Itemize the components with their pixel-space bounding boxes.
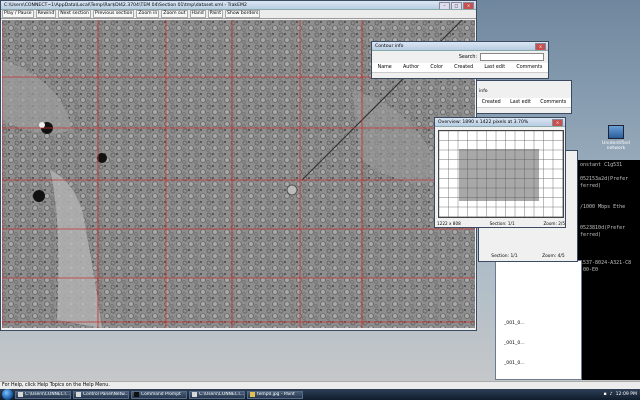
cmd-line: 052153a2d(Prefer xyxy=(580,176,629,182)
cmd-output: onstant C1g531 052153a2d(Prefer ferred) /… xyxy=(578,160,640,276)
cmd-line: ferred) xyxy=(580,232,602,238)
overview-window[interactable]: Overview: 1890 x 1422 pixels at 3.70% × … xyxy=(434,117,566,228)
search-label: Search: xyxy=(458,54,477,60)
taskbar-label: C:\Users\CONNECT... xyxy=(25,391,71,397)
cmd-line: onstant C1g531 xyxy=(580,162,623,168)
cmd-line: 1537-8024-A321-C8 xyxy=(580,260,632,266)
control-panel-icon xyxy=(76,392,81,397)
taskbar-button-cmd[interactable]: Command Prompt xyxy=(131,390,187,399)
taskbar-button-explorer-2[interactable]: C:\Users\CONNECT... xyxy=(189,390,245,399)
contour-info-window[interactable]: Contour info × Search: Name Author Color… xyxy=(371,41,549,79)
back-columns: Created Last edit Comments xyxy=(477,98,571,108)
overview-map[interactable] xyxy=(438,130,564,218)
previous-section-button[interactable]: Previous section xyxy=(92,10,135,18)
cmd-line: ferred) xyxy=(580,183,602,189)
contour-info-window-back[interactable]: info Created Last edit Comments xyxy=(476,80,572,114)
computer-icon xyxy=(608,125,624,139)
col-created[interactable]: Created xyxy=(454,65,473,70)
overview-title: Overview: 1890 x 1422 pixels at 3.70% xyxy=(438,119,529,125)
show-borders-button[interactable]: Show borders xyxy=(225,10,261,18)
file-item[interactable]: _001_0... xyxy=(504,321,525,326)
taskbar-label: Control Panel\Netw... xyxy=(83,391,129,397)
start-button[interactable] xyxy=(2,389,13,400)
overview-close-button[interactable]: × xyxy=(552,119,563,126)
back-col-comments[interactable]: Comments xyxy=(540,100,566,105)
file-item[interactable]: _001_0... xyxy=(504,361,525,366)
back-col-created[interactable]: Created xyxy=(482,100,501,105)
overview-grid xyxy=(438,130,563,217)
file-item[interactable]: _001_0... xyxy=(504,341,525,346)
rewind-button[interactable]: Rewind xyxy=(35,10,57,18)
back-zoom-label: Zoom: 4/5 xyxy=(542,254,565,259)
folder-icon xyxy=(192,392,197,397)
zoom-in-button[interactable]: Zoom in xyxy=(136,10,160,18)
cmd-line xyxy=(580,253,638,260)
col-name[interactable]: Name xyxy=(378,65,392,70)
overview-titlebar[interactable]: Overview: 1890 x 1422 pixels at 3.70% × xyxy=(435,118,565,127)
search-input[interactable] xyxy=(480,53,544,61)
command-prompt-window[interactable]: onstant C1g531 052153a2d(Prefer ferred) /… xyxy=(578,160,640,380)
cmd-line xyxy=(580,218,638,225)
close-button[interactable]: × xyxy=(463,2,474,9)
file-list-window[interactable]: _001_0... _001_0... _001_0... xyxy=(495,260,582,380)
info-label: info xyxy=(479,89,488,94)
taskbar-label: C:\Users\CONNECT... xyxy=(199,391,245,397)
overview-zoom: Zoom: 2/5 xyxy=(543,221,565,226)
hand-tool-button[interactable]: Hand xyxy=(189,10,206,18)
cmd-icon xyxy=(134,392,139,397)
volume-tray-icon[interactable]: ♪ xyxy=(610,392,613,397)
window-title: C:\Users\CONNECT~1\AppData\Local\Temp\Ra… xyxy=(4,2,247,8)
cmd-line xyxy=(580,239,638,246)
taskbar: C:\Users\CONNECT... Control Panel\Netw..… xyxy=(0,389,640,400)
title-bar[interactable]: C:\Users\CONNECT~1\AppData\Local\Temp\Ra… xyxy=(1,1,476,10)
cmd-line xyxy=(580,190,638,197)
overview-view-region[interactable] xyxy=(459,149,539,201)
zoom-out-button[interactable]: Zoom out xyxy=(161,10,188,18)
taskbar-button-control-panel[interactable]: Control Panel\Netw... xyxy=(73,390,129,399)
minimize-button[interactable]: – xyxy=(439,2,450,9)
back-section-label: Section: 1/1 xyxy=(491,254,518,259)
cmd-line: -00-E0 xyxy=(580,267,599,273)
network-tray-icon[interactable]: ▪ xyxy=(604,392,607,397)
status-bar: For Help, click Help Topics on the Help … xyxy=(0,381,640,389)
overview-size: 1222 x 808 xyxy=(437,221,461,226)
col-comments[interactable]: Comments xyxy=(516,65,542,70)
paint-icon xyxy=(250,392,255,397)
contour-info-title: Contour info xyxy=(375,43,404,49)
cmd-line: /1000 Mbps Ethe xyxy=(580,204,626,210)
cmd-line xyxy=(580,169,638,176)
desktop-icon-label: Unidentified network xyxy=(602,141,630,151)
folder-icon xyxy=(18,392,23,397)
contour-close-button[interactable]: × xyxy=(535,43,546,50)
taskbar-button-paint[interactable]: temp0.jpg - Paint xyxy=(247,390,303,399)
col-author[interactable]: Author xyxy=(403,65,419,70)
taskbar-label: Command Prompt xyxy=(141,391,181,397)
viewer-toolbar: Play / Pause Rewind Next section Previou… xyxy=(1,10,476,19)
next-section-button[interactable]: Next section xyxy=(58,10,91,18)
taskbar-label: temp0.jpg - Paint xyxy=(257,391,295,397)
system-tray: ▪ ♪ 12:09 PM xyxy=(604,392,640,397)
status-text: For Help, click Help Topics on the Help … xyxy=(2,383,110,388)
contour-columns: Name Author Color Created Last edit Comm… xyxy=(372,63,548,73)
cmd-line xyxy=(580,211,638,218)
cmd-line xyxy=(580,246,638,253)
cmd-line xyxy=(580,197,638,204)
paint-tool-button[interactable]: Paint xyxy=(207,10,224,18)
maximize-button[interactable]: □ xyxy=(451,2,462,9)
contour-info-titlebar[interactable]: Contour info × xyxy=(372,42,548,51)
overview-section: Section: 1/1 xyxy=(489,221,515,226)
clock[interactable]: 12:09 PM xyxy=(616,392,637,397)
taskbar-button-explorer-1[interactable]: C:\Users\CONNECT... xyxy=(15,390,71,399)
play-pause-button[interactable]: Play / Pause xyxy=(2,10,34,18)
col-last-edit[interactable]: Last edit xyxy=(484,65,505,70)
back-col-last-edit[interactable]: Last edit xyxy=(510,100,531,105)
network-desktop-icon[interactable]: Unidentified network xyxy=(596,125,636,151)
col-color[interactable]: Color xyxy=(430,65,443,70)
cmd-line: 0523810d(Prefer xyxy=(580,225,626,231)
